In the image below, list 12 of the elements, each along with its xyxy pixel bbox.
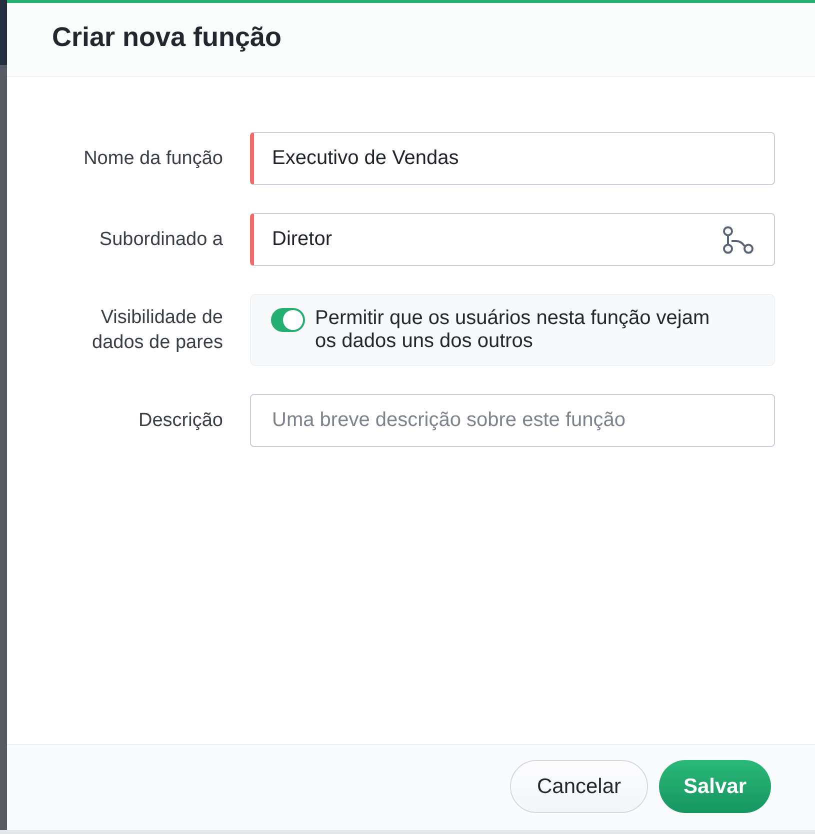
toggle-switch[interactable] xyxy=(271,308,305,332)
field-label: Visibilidade de dados de pares xyxy=(91,306,223,355)
toggle-label: Permitir que os usuários nesta função vejam os dados uns dos outros xyxy=(315,307,711,353)
select-field[interactable]: Diretor xyxy=(250,213,775,266)
field-label: Descrição xyxy=(138,409,223,433)
branch-icon xyxy=(722,226,754,254)
input-field[interactable]: Uma breve descrição sobre este função xyxy=(250,394,775,447)
input-field[interactable]: Executivo de Vendas xyxy=(250,132,775,185)
dialog-title: Criar nova função xyxy=(52,22,282,54)
cancel-button[interactable]: Cancelar xyxy=(510,760,648,813)
field-label: Nome da função xyxy=(82,147,223,171)
field-label: Subordinado a xyxy=(98,228,223,252)
